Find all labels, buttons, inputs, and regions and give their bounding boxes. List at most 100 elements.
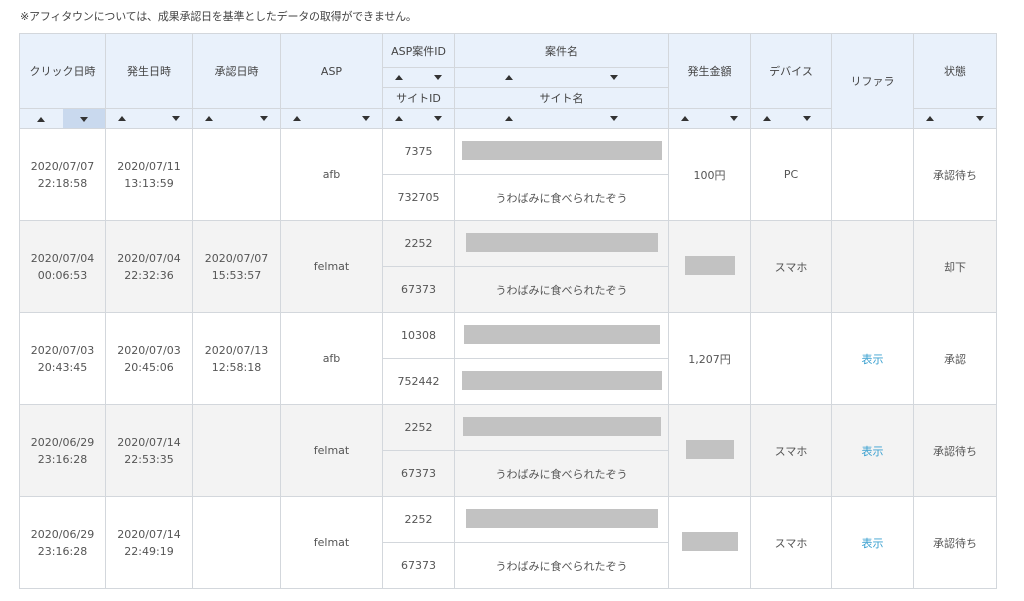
amount-cell: 100円 [668,128,751,221]
sort-status [913,108,997,129]
referrer-cell [831,128,914,221]
redacted-block [463,324,660,344]
sort-desc-icon[interactable] [172,116,180,121]
notice-text: ※アフィタウンについては、成果承認日を基準としたデータの取得ができません。 [20,10,417,23]
site-id-cell: 752442 [382,358,455,405]
header-device: デバイス [750,33,832,109]
header-case-name: 案件名 [454,33,669,68]
sort-asc-icon[interactable] [763,116,771,121]
device-cell: スマホ [750,220,832,313]
status-cell: 却下 [913,220,997,313]
header-site-id: サイトID [382,87,455,109]
redacted-block [461,370,662,390]
sort-asp-case-id [382,67,455,88]
case-name-cell [454,220,669,267]
site-id-cell: 67373 [382,542,455,589]
status-cell: 承認待ち [913,128,997,221]
sort-desc-icon[interactable] [610,75,618,80]
device-cell: PC [750,128,832,221]
referrer-cell[interactable]: 表示 [831,496,914,589]
referrer-cell[interactable]: 表示 [831,312,914,405]
occur-datetime: 2020/07/04 22:32:36 [105,220,193,313]
case-name-cell [454,312,669,359]
sort-desc-icon[interactable] [803,116,811,121]
referrer-cell[interactable]: 表示 [831,404,914,497]
sort-device [750,108,832,129]
sort-desc-icon[interactable] [434,75,442,80]
amount-cell [668,404,751,497]
sort-amount [668,108,751,129]
redacted-block [465,508,658,528]
approve-datetime [192,128,281,221]
case-name-cell [454,496,669,543]
approve-datetime [192,496,281,589]
device-cell: スマホ [750,496,832,589]
sort-desc-icon[interactable] [730,116,738,121]
amount-cell [668,496,751,589]
case-id-cell: 7375 [382,128,455,175]
sort-case-name [454,67,669,88]
table-row: 2020/07/07 22:18:58 2020/07/11 13:13:59 af… [19,128,997,221]
amount-cell [668,220,751,313]
redacted-block [681,531,738,551]
click-datetime: 2020/06/29 23:16:28 [19,404,106,497]
occur-datetime: 2020/07/14 22:53:35 [105,404,193,497]
sort-asc-icon[interactable] [505,116,513,121]
sort-occur-date [105,108,193,129]
redacted-block [685,439,734,459]
site-name-cell: うわばみに食べられたぞう [454,542,669,589]
amount-cell: 1,207円 [668,312,751,405]
table-row: 2020/07/03 20:43:45 2020/07/03 20:45:06 20… [19,312,997,405]
referrer-show-link[interactable]: 表示 [862,537,884,550]
site-name-cell: うわばみに食べられたぞう [454,450,669,497]
sort-desc-icon[interactable] [79,116,88,122]
occur-datetime: 2020/07/03 20:45:06 [105,312,193,405]
sort-asc-icon[interactable] [395,116,403,121]
sort-asc-icon[interactable] [37,116,46,122]
asp-cell: felmat [280,496,383,589]
sort-asc-icon[interactable] [395,75,403,80]
sort-desc-icon[interactable] [434,116,442,121]
case-id-cell: 10308 [382,312,455,359]
redacted-block [684,255,735,275]
header-asp: ASP [280,33,383,109]
header-referrer: リファラ [831,33,914,129]
status-cell: 承認 [913,312,997,405]
asp-cell: felmat [280,220,383,313]
header-amount: 発生金額 [668,33,751,109]
referrer-show-link[interactable]: 表示 [862,445,884,458]
header-asp-case-id: ASP案件ID [382,33,455,68]
asp-cell: afb [280,312,383,405]
redacted-block [461,140,662,160]
sort-asp [280,108,383,129]
click-datetime: 2020/07/03 20:43:45 [19,312,106,405]
table-row: 2020/06/29 23:16:28 2020/07/14 22:53:35 fe… [19,404,997,497]
case-id-cell: 2252 [382,496,455,543]
header-click-date: クリック日時 [19,33,106,109]
sort-asc-icon[interactable] [926,116,934,121]
redacted-block [462,416,661,436]
sort-click-date [19,108,106,129]
sort-desc-icon[interactable] [260,116,268,121]
sort-asc-icon[interactable] [205,116,213,121]
sort-asc-icon[interactable] [293,116,301,121]
table-row: 2020/06/29 23:16:28 2020/07/14 22:49:19 fe… [19,496,997,589]
sort-desc-icon[interactable] [976,116,984,121]
referrer-show-link[interactable]: 表示 [862,353,884,366]
header-site-name: サイト名 [454,87,669,109]
occur-datetime: 2020/07/11 13:13:59 [105,128,193,221]
header-approve-date: 承認日時 [192,33,281,109]
sort-asc-icon[interactable] [505,75,513,80]
sort-desc-icon[interactable] [362,116,370,121]
site-id-cell: 67373 [382,266,455,313]
click-datetime: 2020/06/29 23:16:28 [19,496,106,589]
referrer-cell [831,220,914,313]
sort-desc-icon[interactable] [610,116,618,121]
case-id-cell: 2252 [382,404,455,451]
sort-asc-icon[interactable] [681,116,689,121]
asp-cell: felmat [280,404,383,497]
approve-datetime: 2020/07/07 15:53:57 [192,220,281,313]
occur-datetime: 2020/07/14 22:49:19 [105,496,193,589]
sort-approve-date [192,108,281,129]
sort-asc-icon[interactable] [118,116,126,121]
